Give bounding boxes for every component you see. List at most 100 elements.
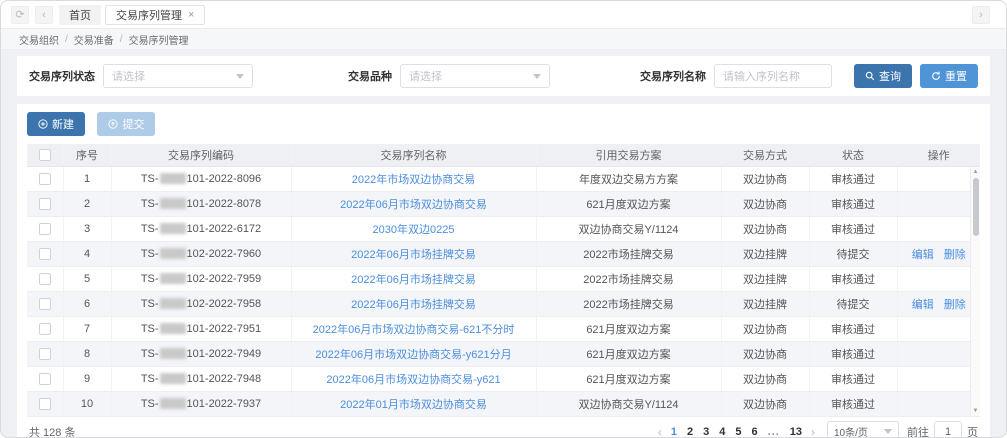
row-checkbox[interactable]	[39, 323, 51, 335]
row-checkbox-cell	[27, 241, 63, 266]
row-checkbox[interactable]	[39, 248, 51, 260]
row-checkbox[interactable]	[39, 298, 51, 310]
sequence-code: TS-102-2022-7958	[111, 291, 291, 316]
trade-mode: 双边协商	[721, 191, 809, 216]
table-row[interactable]: 5 TS-102-2022-7959 2022年06月市场挂牌交易 2022市场…	[27, 266, 980, 291]
edit-link[interactable]: 编辑	[912, 299, 934, 311]
sequence-name-link[interactable]: 2030年双边0225	[373, 224, 455, 236]
refresh-icon	[931, 71, 941, 81]
page-number[interactable]: 4	[719, 426, 725, 438]
chevron-down-icon	[533, 74, 541, 79]
breadcrumb-item[interactable]: 交易准备	[74, 32, 114, 47]
table-row[interactable]: 9 TS-101-2022-7948 2022年06月市场双边协商交易-y621…	[27, 366, 980, 391]
query-button[interactable]: 查询	[854, 64, 912, 88]
row-checkbox[interactable]	[39, 398, 51, 410]
row-actions	[897, 341, 980, 366]
status-text: 审核通过	[809, 341, 897, 366]
page-number[interactable]: 5	[735, 426, 741, 438]
page-number[interactable]: 2	[687, 426, 693, 438]
sequence-name-link[interactable]: 2022年06月市场双边协商交易-y621分月	[315, 349, 511, 361]
new-button[interactable]: 新建	[27, 112, 85, 136]
submit-button[interactable]: 提交	[97, 112, 155, 136]
goto-page-input[interactable]: 1	[934, 421, 962, 438]
row-checkbox[interactable]	[39, 273, 51, 285]
referenced-plan: 2022市场挂牌交易	[536, 266, 721, 291]
table-row[interactable]: 3 TS-101-2022-6172 2030年双边0225 双边协商交易Y/1…	[27, 216, 980, 241]
row-checkbox[interactable]	[39, 198, 51, 210]
page-number[interactable]: 3	[703, 426, 709, 438]
table-row[interactable]: 4 TS-102-2022-7960 2022年06月市场挂牌交易 2022市场…	[27, 241, 980, 266]
status-text: 待提交	[809, 241, 897, 266]
status-text: 待提交	[809, 291, 897, 316]
row-checkbox[interactable]	[39, 348, 51, 360]
page-number[interactable]: 13	[790, 426, 802, 438]
variety-select[interactable]: 请选择	[400, 64, 550, 88]
status-text: 审核通过	[809, 316, 897, 341]
table-row[interactable]: 10 TS-101-2022-7937 2022年01月市场双边协商交易 双边协…	[27, 391, 980, 416]
referenced-plan: 621月度双边方案	[536, 316, 721, 341]
row-number: 8	[63, 341, 111, 366]
vertical-scrollbar[interactable]: ▲ ▼	[970, 167, 980, 416]
sequence-name-link[interactable]: 2022年06月市场挂牌交易	[351, 299, 476, 311]
close-icon[interactable]: ×	[188, 9, 194, 21]
redacted-segment	[160, 273, 186, 284]
table-row[interactable]: 1 TS-101-2022-8096 2022年市场双边协商交易 年度双边交易方…	[27, 166, 980, 191]
scroll-up-icon[interactable]: ▲	[973, 167, 979, 177]
table-row[interactable]: 7 TS-101-2022-7951 2022年06月市场双边协商交易-621不…	[27, 316, 980, 341]
status-select[interactable]: 请选择	[103, 64, 253, 88]
sequence-name-link[interactable]: 2022年06月市场挂牌交易	[351, 274, 476, 286]
table-row[interactable]: 8 TS-101-2022-7949 2022年06月市场双边协商交易-y621…	[27, 341, 980, 366]
goto-label: 前往	[907, 424, 929, 438]
redacted-segment	[160, 323, 186, 334]
breadcrumb-item[interactable]: 交易组织	[19, 32, 59, 47]
table-row[interactable]: 2 TS-101-2022-8078 2022年06月市场双边协商交易 621月…	[27, 191, 980, 216]
reset-button[interactable]: 重置	[920, 64, 978, 88]
page-size-select[interactable]: 10条/页	[827, 421, 899, 438]
page-number[interactable]: 6	[751, 426, 757, 438]
row-checkbox[interactable]	[39, 173, 51, 185]
scrollbar-thumb[interactable]	[973, 178, 979, 236]
row-checkbox-cell	[27, 191, 63, 216]
sequence-name-link[interactable]: 2022年06月市场双边协商交易	[340, 199, 487, 211]
sequence-name-link[interactable]: 2022年01月市场双边协商交易	[340, 399, 487, 411]
redacted-segment	[160, 398, 186, 409]
select-all-checkbox[interactable]	[39, 149, 51, 161]
plus-circle-icon	[38, 119, 48, 129]
tab-sequence-management[interactable]: 交易序列管理 ×	[105, 5, 205, 25]
status-filter-label: 交易序列状态	[29, 68, 95, 84]
trade-mode: 双边协商	[721, 166, 809, 191]
scroll-down-icon[interactable]: ▼	[973, 406, 979, 416]
main-panel: 新建 提交 序号 交易序列编码 交易序列名称 引用交易方案	[17, 104, 990, 438]
delete-link[interactable]: 删除	[944, 299, 966, 311]
sequence-name-input[interactable]: 请输入序列名称	[714, 64, 832, 88]
row-number: 4	[63, 241, 111, 266]
edit-link[interactable]: 编辑	[912, 249, 934, 261]
delete-link[interactable]: 删除	[944, 249, 966, 261]
tab-home[interactable]: 首页	[59, 5, 101, 25]
row-actions	[897, 316, 980, 341]
row-number: 2	[63, 191, 111, 216]
refresh-icon[interactable]: ⟳	[11, 6, 29, 24]
tab-scroll-right-icon[interactable]: ›	[972, 6, 990, 24]
row-checkbox-cell	[27, 291, 63, 316]
page-number[interactable]: 1	[671, 426, 677, 438]
sequence-name-link[interactable]: 2022年06月市场双边协商交易-621不分时	[313, 324, 515, 336]
name-input-placeholder: 请输入序列名称	[723, 68, 800, 84]
row-actions	[897, 191, 980, 216]
prev-page-icon[interactable]: ‹	[658, 425, 662, 438]
row-number: 5	[63, 266, 111, 291]
sequence-name-link[interactable]: 2022年06月市场双边协商交易-y621	[326, 374, 500, 386]
tab-home-label: 首页	[69, 7, 91, 23]
sequence-name-link[interactable]: 2022年06月市场挂牌交易	[351, 249, 476, 261]
sequence-table: 序号 交易序列编码 交易序列名称 引用交易方案 交易方式 状态 操作 1 TS-…	[27, 144, 980, 417]
row-checkbox[interactable]	[39, 223, 51, 235]
sequence-code: TS-101-2022-8078	[111, 191, 291, 216]
referenced-plan: 双边协商交易Y/1124	[536, 216, 721, 241]
row-checkbox[interactable]	[39, 373, 51, 385]
page-ellipsis: ...	[768, 426, 780, 438]
table-row[interactable]: 6 TS-102-2022-7958 2022年06月市场挂牌交易 2022市场…	[27, 291, 980, 316]
breadcrumb-separator: /	[65, 34, 68, 45]
back-icon[interactable]: ‹	[35, 6, 53, 24]
next-page-icon[interactable]: ›	[811, 425, 815, 438]
sequence-name-link[interactable]: 2022年市场双边协商交易	[352, 174, 475, 186]
